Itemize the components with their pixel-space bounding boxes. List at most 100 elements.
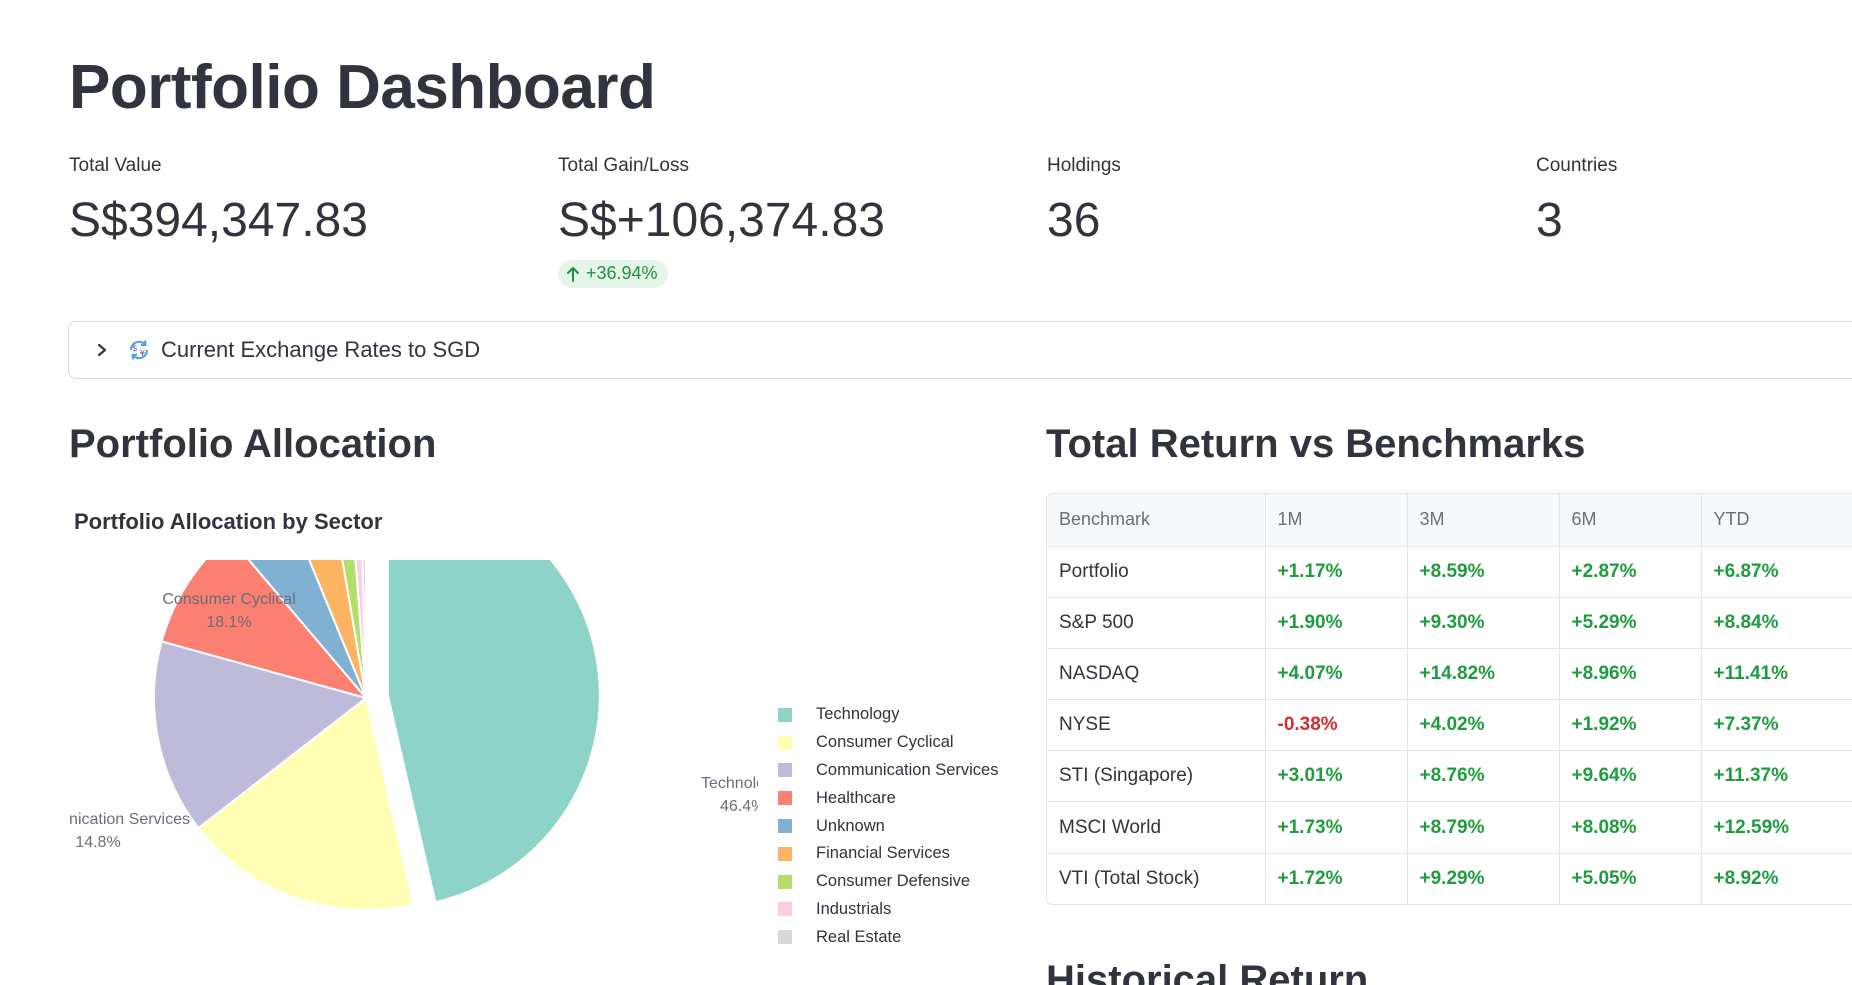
table-row: NYSE -0.38% +4.02% +1.92% +7.37% — [1047, 699, 1852, 752]
delta-badge: +36.94% — [558, 260, 668, 288]
column-header[interactable]: Benchmark — [1047, 494, 1266, 547]
return-cell: +1.92% — [1559, 699, 1702, 752]
return-cell: +8.96% — [1559, 648, 1702, 701]
legend-swatch — [778, 874, 792, 889]
slice-pct-technology: 46.4% — [720, 798, 758, 815]
return-cell: +1.73% — [1265, 801, 1408, 854]
return-cell: +14.82% — [1407, 648, 1560, 701]
legend-label: Unknown — [816, 816, 885, 835]
legend-swatch — [778, 819, 792, 834]
table-header-row: Benchmark 1M 3M 6M YTD — [1047, 494, 1852, 547]
return-cell: +12.59% — [1701, 801, 1852, 854]
table-row: S&P 500 +1.90% +9.30% +5.29% +8.84% — [1047, 597, 1852, 649]
benchmark-name: NASDAQ — [1047, 648, 1266, 701]
legend-swatch — [778, 707, 792, 722]
legend-swatch — [778, 902, 792, 917]
legend-item[interactable]: Financial Services — [778, 840, 998, 868]
legend-item[interactable]: Real Estate — [778, 923, 998, 951]
legend-label: Consumer Cyclical — [816, 733, 954, 752]
return-cell: +2.87% — [1559, 546, 1702, 598]
section-title-allocation: Portfolio Allocation — [69, 422, 437, 466]
legend-item[interactable]: Consumer Defensive — [778, 868, 998, 896]
legend-swatch — [778, 846, 792, 861]
metric-total-value: Total Value S$394,347.83 — [69, 155, 368, 248]
slice-pct-communication-services: 14.8% — [75, 834, 120, 851]
benchmark-table: Benchmark 1M 3M 6M YTD Portfolio +1.17% +8… — [1046, 493, 1852, 906]
benchmark-name: S&P 500 — [1047, 597, 1266, 649]
return-cell: +4.07% — [1265, 648, 1408, 701]
page-title: Portfolio Dashboard — [69, 53, 656, 122]
svg-text:$: $ — [132, 344, 138, 354]
slice-label-technology: Technology — [701, 775, 758, 792]
table-row: MSCI World +1.73% +8.79% +8.08% +12.59% — [1047, 801, 1852, 854]
svg-text:¥: ¥ — [140, 349, 146, 359]
metric-value: S$+106,374.83 — [558, 194, 885, 247]
pie-slice-technology[interactable] — [386, 560, 601, 904]
benchmark-name: VTI (Total Stock) — [1047, 853, 1266, 905]
return-cell: +6.87% — [1701, 546, 1852, 598]
benchmark-name: NYSE — [1047, 699, 1266, 752]
return-cell: +9.64% — [1559, 750, 1702, 803]
return-cell: +1.90% — [1265, 597, 1408, 649]
metric-value: S$394,347.83 — [69, 194, 368, 247]
table-row: VTI (Total Stock) +1.72% +9.29% +5.05% +8.92… — [1047, 853, 1852, 905]
return-cell: +9.30% — [1407, 597, 1560, 649]
return-cell: +8.76% — [1407, 750, 1560, 803]
legend-item[interactable]: Unknown — [778, 812, 998, 840]
legend-label: Communication Services — [816, 760, 999, 779]
legend-label: Real Estate — [816, 927, 902, 946]
table-row: STI (Singapore) +3.01% +8.76% +9.64% +11.37% — [1047, 750, 1852, 803]
return-cell: +4.02% — [1407, 699, 1560, 752]
legend-swatch — [778, 763, 792, 778]
exchange-rates-expander[interactable]: $ ¥ Current Exchange Rates to SGD — [68, 321, 1852, 379]
benchmark-name: Portfolio — [1047, 546, 1266, 598]
legend-swatch — [778, 791, 792, 806]
benchmark-name: MSCI World — [1047, 801, 1266, 854]
legend-label: Industrials — [816, 899, 892, 918]
legend-item[interactable]: Communication Services — [778, 757, 998, 785]
chart-title: Portfolio Allocation by Sector — [74, 509, 383, 534]
legend-label: Healthcare — [816, 788, 896, 807]
table-row: Portfolio +1.17% +8.59% +2.87% +6.87% — [1047, 546, 1852, 598]
slice-label-communication-services: Communication Services — [68, 811, 190, 828]
sector-pie-chart: Consumer Cyclical 18.1% Communication Se… — [68, 560, 758, 911]
return-cell: +8.84% — [1701, 597, 1852, 649]
legend-swatch — [778, 930, 792, 945]
column-header[interactable]: 3M — [1407, 494, 1560, 547]
return-cell: +1.72% — [1265, 853, 1408, 905]
return-cell: +5.29% — [1559, 597, 1702, 649]
column-header[interactable]: YTD — [1701, 494, 1852, 547]
metric-label: Total Value — [69, 155, 162, 176]
legend-item[interactable]: Technology — [778, 701, 998, 729]
return-cell: +3.01% — [1265, 750, 1408, 803]
legend-item[interactable]: Consumer Cyclical — [778, 729, 998, 757]
legend-item[interactable]: Healthcare — [778, 784, 998, 812]
slice-label-consumer-cyclical: Consumer Cyclical — [162, 591, 295, 608]
metric-total-gain-loss: Total Gain/Loss S$+106,374.83 +36.94% — [558, 155, 885, 288]
legend-label: Financial Services — [816, 844, 950, 863]
return-cell: +8.79% — [1407, 801, 1560, 854]
column-header[interactable]: 1M — [1265, 494, 1408, 547]
return-cell: +1.17% — [1265, 546, 1408, 598]
return-cell: +5.05% — [1559, 853, 1702, 905]
return-cell: +11.37% — [1701, 750, 1852, 803]
metric-label: Holdings — [1047, 155, 1121, 176]
metric-countries: Countries 3 — [1536, 155, 1617, 248]
return-cell: +9.29% — [1407, 853, 1560, 905]
section-title-benchmarks: Total Return vs Benchmarks — [1046, 422, 1586, 466]
return-cell: +8.92% — [1701, 853, 1852, 905]
return-cell: +7.37% — [1701, 699, 1852, 752]
return-cell: +8.08% — [1559, 801, 1702, 854]
return-cell: +8.59% — [1407, 546, 1560, 598]
section-title-historical: Historical Return — [1046, 958, 1369, 985]
chevron-right-icon — [97, 343, 107, 357]
return-cell: -0.38% — [1265, 699, 1408, 752]
column-header[interactable]: 6M — [1559, 494, 1702, 547]
table-row: NASDAQ +4.07% +14.82% +8.96% +11.41% — [1047, 648, 1852, 701]
legend-item[interactable]: Industrials — [778, 896, 998, 924]
return-cell: +11.41% — [1701, 648, 1852, 701]
arrow-up-icon — [567, 266, 579, 282]
legend-label: Consumer Defensive — [816, 872, 971, 891]
metric-value: 36 — [1047, 194, 1101, 247]
metric-holdings: Holdings 36 — [1047, 155, 1121, 248]
